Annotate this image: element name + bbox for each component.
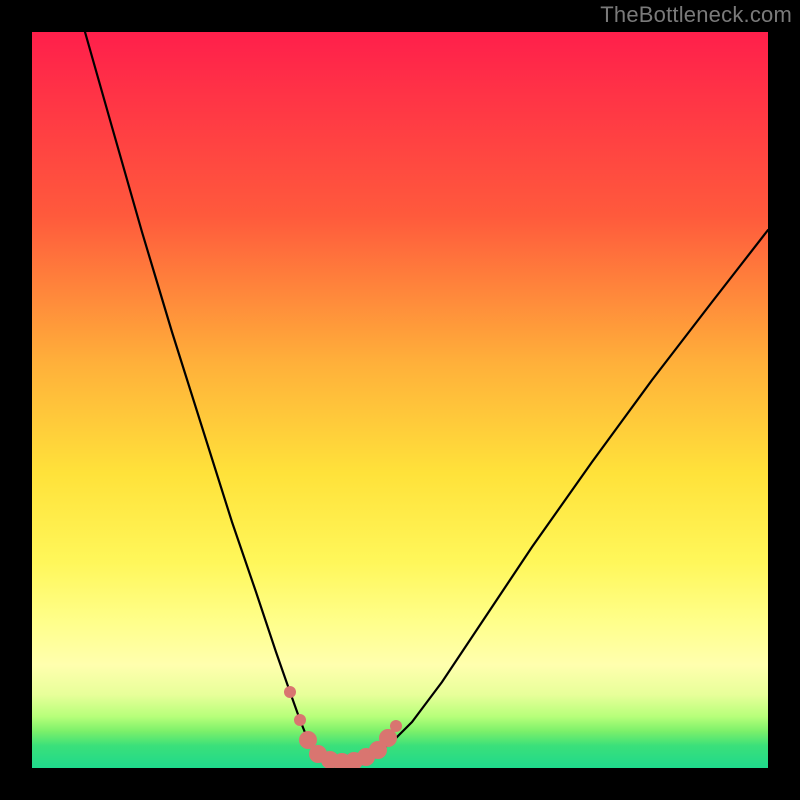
trough-marker	[284, 686, 296, 698]
frame: TheBottleneck.com	[0, 0, 800, 800]
plot-area	[32, 32, 768, 768]
bottleneck-curve	[85, 32, 768, 760]
chart-svg	[32, 32, 768, 768]
watermark-text: TheBottleneck.com	[600, 2, 792, 28]
trough-marker	[390, 720, 402, 732]
trough-marker	[294, 714, 306, 726]
